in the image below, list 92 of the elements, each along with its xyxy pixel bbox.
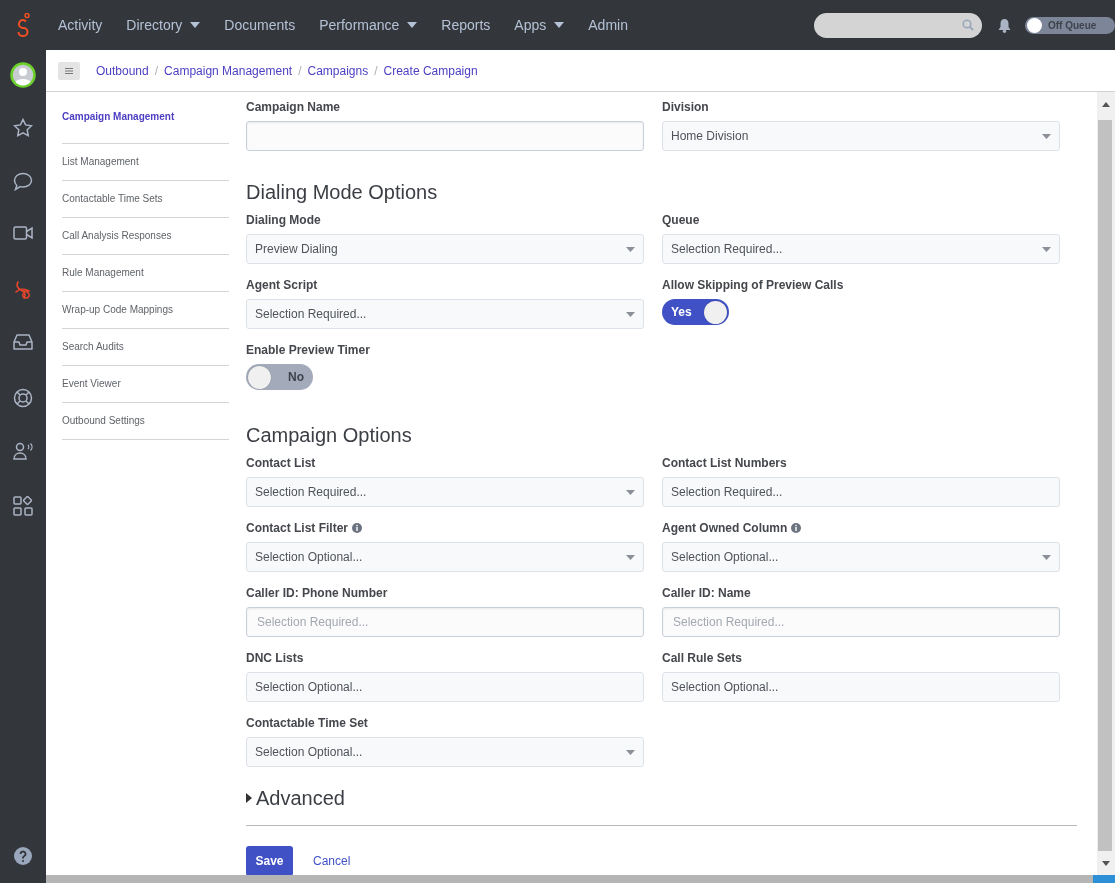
caret-icon	[626, 311, 635, 317]
field-label: Contactable Time Set	[246, 716, 368, 730]
caret-icon	[1042, 133, 1051, 139]
side-nav-item[interactable]: Search Audits	[62, 329, 229, 366]
advanced-toggle[interactable]: Advanced	[246, 785, 345, 811]
side-nav-item[interactable]: List Management	[62, 144, 229, 181]
nav-menu-item[interactable]: Directory	[114, 0, 213, 50]
search-field[interactable]	[814, 12, 982, 38]
caret-icon	[407, 22, 418, 28]
nav-menu-item[interactable]: Reports	[429, 0, 503, 50]
field-label: Division	[662, 100, 709, 114]
cancel-link[interactable]: Cancel	[313, 854, 351, 868]
chat-icon[interactable]	[13, 172, 33, 191]
dropdown[interactable]: Selection Optional...	[662, 542, 1060, 572]
field-label: Allow Skipping of Preview Calls	[662, 278, 844, 292]
nav-menu-item[interactable]: Activity	[46, 0, 115, 50]
side-nav-item[interactable]: Outbound Settings	[62, 403, 229, 440]
apps-icon[interactable]	[13, 496, 33, 516]
text-field[interactable]: Selection Required...	[246, 607, 644, 637]
field-label: Dialing Mode	[246, 213, 321, 227]
dropdown[interactable]: Preview Dialing	[246, 234, 644, 264]
dropdown[interactable]: Selection Optional...	[246, 737, 644, 767]
toggle-switch[interactable]: No	[246, 364, 313, 390]
caret-icon	[554, 22, 565, 28]
breadcrumb-link[interactable]: Campaigns	[307, 63, 369, 78]
menu-icon	[65, 67, 73, 74]
inbox-icon[interactable]	[13, 334, 33, 350]
scrollbar[interactable]	[1097, 92, 1115, 875]
nav-menu-item[interactable]: Apps	[502, 0, 577, 50]
horizontal-scrollbar[interactable]	[46, 875, 1115, 883]
info-icon[interactable]	[352, 523, 362, 533]
caret-icon	[246, 793, 252, 803]
caret-icon	[626, 246, 635, 252]
breadcrumb-separator: /	[374, 63, 378, 78]
readonly-field: Selection Optional...	[662, 672, 1060, 702]
section-heading: Dialing Mode Options	[246, 180, 439, 205]
field-label: Agent Script	[246, 278, 318, 292]
star-icon[interactable]	[13, 118, 33, 138]
breadcrumb-link[interactable]: Create Campaign	[383, 63, 478, 78]
nav-menu-item[interactable]: Admin	[576, 0, 640, 50]
video-camera-icon[interactable]	[13, 226, 33, 240]
outbound-icon[interactable]	[14, 280, 32, 300]
logo-icon[interactable]	[16, 13, 30, 37]
nav-menu-item[interactable]: Documents	[212, 0, 308, 50]
field-label: Contact List	[246, 456, 316, 470]
field-label: Agent Owned Column	[662, 521, 788, 535]
caret-icon	[626, 554, 635, 560]
side-nav-item[interactable]: Wrap-up Code Mappings	[62, 292, 229, 329]
breadcrumb-link[interactable]: Outbound	[96, 63, 149, 78]
lifebuoy-icon[interactable]	[13, 388, 33, 408]
toggle-switch[interactable]: Yes	[662, 299, 729, 325]
help-icon[interactable]	[14, 847, 32, 865]
save-button[interactable]: Save	[246, 846, 293, 875]
dropdown[interactable]: Selection Required...	[662, 234, 1060, 264]
caret-icon	[626, 749, 635, 755]
readonly-field: Selection Optional...	[246, 672, 644, 702]
field-label: Contact List Filter	[246, 521, 348, 535]
section-heading: Campaign Options	[246, 423, 413, 448]
breadcrumb-separator: /	[154, 63, 159, 78]
field-label: DNC Lists	[246, 651, 304, 665]
info-icon[interactable]	[791, 523, 802, 533]
field-label: Contact List Numbers	[662, 456, 787, 470]
breadcrumb-link[interactable]: Campaign Management	[164, 63, 293, 78]
dropdown[interactable]: Selection Optional...	[246, 542, 644, 572]
side-nav-item[interactable]: Campaign Management	[62, 108, 229, 144]
breadcrumb-separator: /	[298, 63, 302, 78]
dropdown[interactable]: Home Division	[662, 121, 1060, 151]
field-label: Campaign Name	[246, 100, 341, 114]
field-label: Queue	[662, 213, 700, 227]
menu-button[interactable]	[58, 61, 80, 80]
caret-icon	[1042, 246, 1051, 252]
bell-icon[interactable]	[998, 17, 1011, 33]
field-label: Call Rule Sets	[662, 651, 743, 665]
side-nav-item[interactable]: Contactable Time Sets	[62, 181, 229, 218]
readonly-field: Selection Required...	[662, 477, 1060, 507]
text-field[interactable]	[246, 121, 644, 151]
caret-icon	[626, 489, 635, 495]
side-nav-item[interactable]: Event Viewer	[62, 366, 229, 403]
dropdown[interactable]: Selection Required...	[246, 477, 644, 507]
dropdown[interactable]: Selection Required...	[246, 299, 644, 329]
avatar-icon[interactable]	[10, 62, 36, 88]
caret-icon	[190, 22, 201, 28]
person-speaking-icon[interactable]	[13, 442, 33, 460]
search-icon	[962, 19, 974, 31]
side-nav-item[interactable]: Rule Management	[62, 255, 229, 292]
field-label: Enable Preview Timer	[246, 343, 370, 357]
field-label: Caller ID: Phone Number	[246, 586, 388, 600]
side-nav-item[interactable]: Call Analysis Responses	[62, 218, 229, 255]
text-field[interactable]: Selection Required...	[662, 607, 1060, 637]
caret-icon	[1042, 554, 1051, 560]
nav-menu-item[interactable]: Performance	[307, 0, 430, 50]
field-label: Caller ID: Name	[662, 586, 751, 600]
